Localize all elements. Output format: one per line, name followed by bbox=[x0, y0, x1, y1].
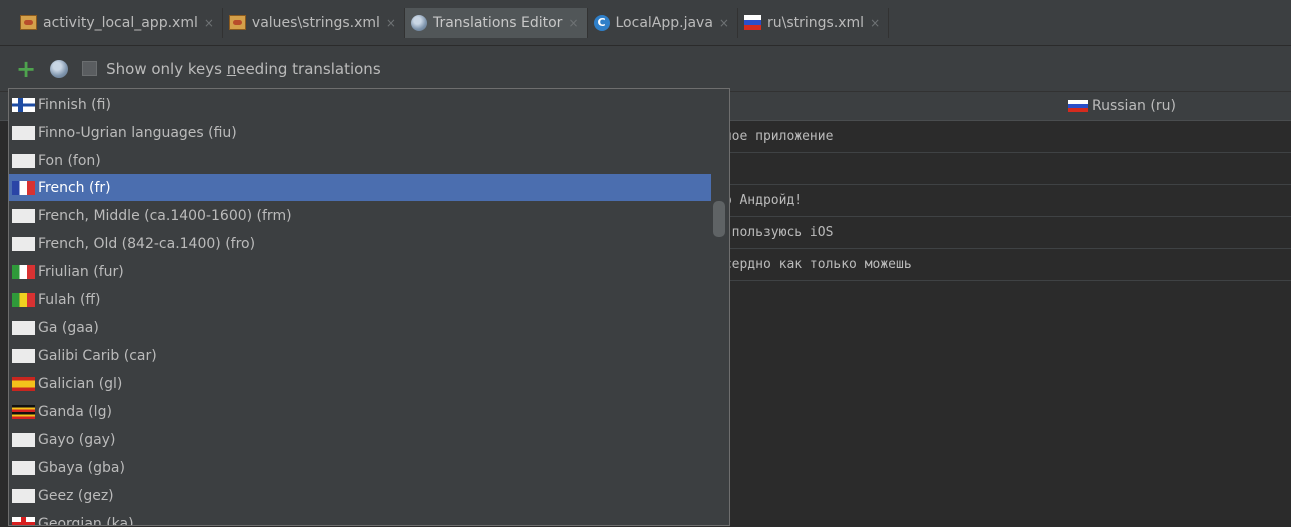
tab-localapp-java[interactable]: C LocalApp.java × bbox=[588, 7, 738, 38]
locale-option[interactable]: Fulah (ff) bbox=[9, 286, 711, 313]
tab-ru-strings-xml[interactable]: ru\strings.xml × bbox=[738, 7, 890, 38]
tab-label: values\strings.xml bbox=[251, 14, 380, 31]
locale-option[interactable]: Georgian (ka) bbox=[9, 510, 711, 525]
senegal-flag-icon bbox=[12, 292, 35, 307]
tab-label: Translations Editor bbox=[432, 14, 563, 31]
table-row[interactable]: е! bbox=[700, 153, 1291, 185]
tab-label: LocalApp.java bbox=[615, 14, 713, 31]
locale-option[interactable]: Friulian (fur) bbox=[9, 258, 711, 285]
blank-flag-icon bbox=[12, 236, 35, 251]
close-icon[interactable]: × bbox=[204, 16, 214, 30]
show-only-needing-translation-label[interactable]: Show only keys needing translations bbox=[106, 60, 381, 78]
xml-file-icon bbox=[20, 15, 37, 30]
close-icon[interactable]: × bbox=[870, 16, 880, 30]
locale-option[interactable]: Ganda (lg) bbox=[9, 398, 711, 425]
xml-file-icon bbox=[228, 15, 246, 30]
translations-toolbar: + Show only keys needing translations bbox=[0, 46, 1291, 92]
locale-option[interactable]: French, Middle (ca.1400-1600) (frm) bbox=[9, 202, 711, 229]
blank-flag-icon bbox=[12, 320, 35, 335]
locale-option[interactable]: Fon (fon) bbox=[9, 147, 711, 174]
table-row[interactable]: ер Андройд! bbox=[700, 185, 1291, 217]
france-flag-icon bbox=[12, 180, 35, 195]
tab-label: activity_local_app.xml bbox=[43, 14, 198, 31]
locale-option[interactable]: Ga (gaa) bbox=[9, 314, 711, 341]
tab-activity-local-app-xml[interactable]: activity_local_app.xml × bbox=[14, 7, 223, 38]
blank-flag-icon bbox=[12, 488, 35, 503]
locale-option[interactable]: French, Old (842-ca.1400) (fro) bbox=[9, 230, 711, 257]
java-class-icon: C bbox=[593, 14, 610, 31]
blank-flag-icon bbox=[12, 460, 35, 475]
close-icon[interactable]: × bbox=[719, 16, 729, 30]
editor-tab-bar: activity_local_app.xml × values\strings.… bbox=[0, 0, 1291, 46]
add-locale-globe-icon[interactable] bbox=[50, 59, 69, 78]
add-key-icon[interactable]: + bbox=[16, 57, 36, 81]
russian-flag-icon bbox=[1068, 100, 1088, 112]
table-row[interactable]: нное приложение bbox=[700, 121, 1291, 153]
tab-label: ru\strings.xml bbox=[766, 14, 865, 31]
globe-icon bbox=[410, 14, 427, 31]
blank-flag-icon bbox=[12, 125, 35, 140]
locale-option[interactable]: Galician (gl) bbox=[9, 370, 711, 397]
locale-option[interactable]: Finnish (fi) bbox=[9, 91, 711, 118]
tab-values-strings-xml[interactable]: values\strings.xml × bbox=[223, 7, 405, 38]
locale-option[interactable]: Galibi Carib (car) bbox=[9, 342, 711, 369]
show-only-needing-translation-checkbox[interactable] bbox=[82, 61, 98, 76]
close-icon[interactable]: × bbox=[568, 16, 578, 30]
locale-option[interactable]: Gayo (gay) bbox=[9, 426, 711, 453]
russian-column-header[interactable]: Russian (ru) bbox=[1068, 98, 1176, 114]
locale-option-selected[interactable]: French (fr) bbox=[9, 174, 711, 201]
spain-flag-icon bbox=[12, 376, 35, 391]
russian-flag-icon bbox=[743, 15, 761, 30]
blank-flag-icon bbox=[12, 153, 35, 168]
table-row[interactable]: усердно как только можешь bbox=[700, 249, 1291, 281]
finland-flag-icon bbox=[12, 97, 35, 112]
locale-dropdown-list[interactable]: Finnish (fi) Finno-Ugrian languages (fiu… bbox=[8, 88, 730, 526]
table-row[interactable]: е пользуюсь iOS bbox=[700, 217, 1291, 249]
column-header-label: Russian (ru) bbox=[1092, 98, 1176, 114]
blank-flag-icon bbox=[12, 208, 35, 223]
locale-option[interactable]: Geez (gez) bbox=[9, 482, 711, 509]
uganda-flag-icon bbox=[12, 404, 35, 419]
dropdown-scrollbar-thumb[interactable] bbox=[713, 201, 725, 237]
locale-option[interactable]: Finno-Ugrian languages (fiu) bbox=[9, 119, 711, 146]
tab-translations-editor[interactable]: Translations Editor × bbox=[404, 7, 588, 38]
blank-flag-icon bbox=[12, 348, 35, 363]
blank-flag-icon bbox=[12, 432, 35, 447]
georgia-flag-icon bbox=[12, 516, 35, 525]
italy-flag-icon bbox=[12, 264, 35, 279]
close-icon[interactable]: × bbox=[386, 16, 396, 30]
locale-option[interactable]: Gbaya (gba) bbox=[9, 454, 711, 481]
